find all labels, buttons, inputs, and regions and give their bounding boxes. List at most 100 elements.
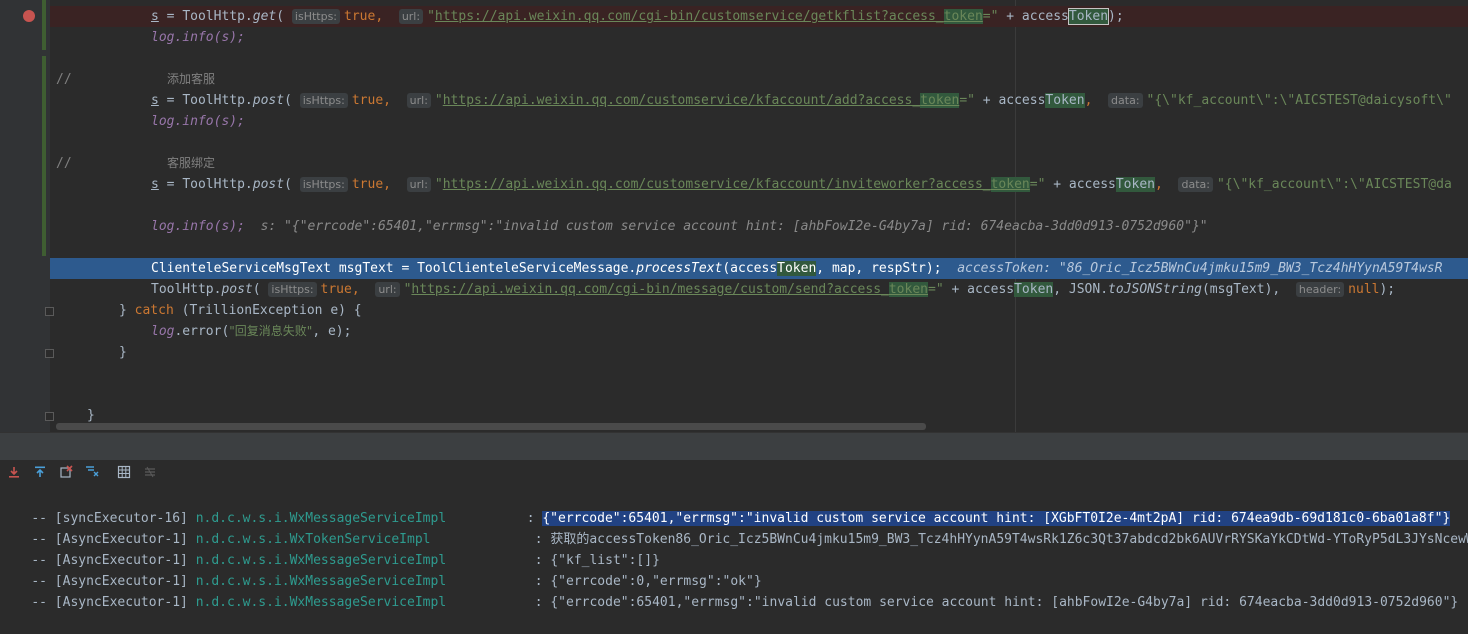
code-token: ToolHttp. — [182, 177, 253, 192]
code-token: s — [151, 93, 159, 108]
log-row[interactable]: -- [syncExecutor-16] n.d.c.w.s.i.WxMessa… — [0, 487, 1468, 526]
code-token: + access — [982, 93, 1046, 108]
code-token: } — [119, 303, 135, 318]
code-token: catch — [134, 303, 174, 318]
panel-divider[interactable] — [0, 432, 1468, 461]
log-row[interactable]: -- [AsyncExecutor-1] n.d.c.w.s.i.WxMessa… — [0, 529, 1468, 568]
code-token: (access — [722, 261, 778, 276]
code-line[interactable]: } — [50, 342, 1468, 363]
code-token: ToolHttp. — [182, 93, 253, 108]
clear-icon[interactable] — [58, 464, 74, 480]
code-string: "{\"kf_account\":\"AICSTEST@da — [1216, 177, 1452, 192]
code-token: token — [943, 9, 983, 24]
log-row[interactable]: -- [AsyncExecutor-1] n.d.c.w.s.i.WxMessa… — [0, 571, 1468, 610]
code-line[interactable]: log.info(s); — [50, 111, 1468, 132]
vcs-change-marker[interactable] — [42, 0, 46, 50]
code-url[interactable]: https://api.weixin.qq.com/cgi-bin/custom… — [435, 9, 944, 24]
fold-icon[interactable] — [45, 349, 54, 358]
code-url[interactable]: https://api.weixin.qq.com/customservice/… — [443, 93, 920, 108]
log-thread: [AsyncExecutor-1] — [54, 595, 188, 610]
inline-debug-value: s: "{"errcode":65401,"errmsg":"invalid c… — [260, 219, 1208, 234]
code-token: s — [151, 177, 159, 192]
code-token: ToolHttp. — [151, 282, 222, 297]
code-token: .error( — [174, 324, 230, 339]
code-line[interactable]: log.info(s); — [50, 27, 1468, 48]
code-token: s — [151, 9, 159, 24]
settings-icon[interactable] — [142, 464, 158, 480]
comment-text: 添加客服 — [167, 72, 216, 86]
code-line[interactable]: // 添加客服 — [50, 69, 1468, 90]
code-token: null — [1348, 282, 1380, 297]
param-hint: url: — [375, 282, 400, 297]
code-token: true — [344, 9, 376, 24]
log-logger: n.d.c.w.s.i.WxMessageServiceImpl — [195, 595, 447, 610]
code-token: + access — [951, 282, 1015, 297]
code-token: + access — [1006, 9, 1069, 24]
vcs-change-marker[interactable] — [42, 56, 46, 256]
param-hint: isHttps: — [299, 177, 348, 192]
console-output[interactable]: -- [syncExecutor-16] n.d.c.w.s.i.WxMessa… — [0, 487, 1468, 622]
fold-icon[interactable] — [45, 307, 54, 316]
scroll-up-icon[interactable] — [32, 464, 48, 480]
param-hint: data: — [1108, 93, 1143, 108]
code-line[interactable]: // 客服绑定 — [50, 153, 1468, 174]
log-separator: : — [534, 595, 543, 610]
code-token: , JSON. — [1053, 282, 1109, 297]
code-token: true — [351, 177, 384, 192]
param-hint: url: — [398, 9, 424, 24]
code-line[interactable]: s = ToolHttp.post( isHttps: true, url: "ht… — [50, 90, 1468, 111]
code-token: Token — [1045, 93, 1085, 108]
param-hint: isHttps: — [299, 93, 348, 108]
log-row[interactable]: -- [AsyncExecutor-1] n.d.c.w.s.i.WxToken… — [0, 508, 1468, 547]
code-token: true — [351, 93, 384, 108]
code-token: post — [221, 282, 253, 297]
param-hint: data: — [1178, 177, 1213, 192]
code-text: log.info(s); — [151, 30, 245, 45]
code-line[interactable]: log.info(s); s: "{"errcode":65401,"errms… — [50, 216, 1468, 237]
filter-icon[interactable] — [84, 464, 100, 480]
log-row[interactable]: -- [AsyncExecutor-1] n.d.c.w.s.i.WxMessa… — [0, 550, 1468, 589]
code-token: , map, respStr); — [816, 261, 942, 276]
code-token: true — [320, 282, 352, 297]
code-token: Token — [1067, 8, 1110, 25]
code-token: token — [888, 282, 928, 297]
code-text: log.info(s); — [151, 114, 245, 129]
table-icon[interactable] — [116, 464, 132, 480]
code-token: token — [990, 177, 1030, 192]
param-hint: url: — [406, 93, 431, 108]
code-line[interactable]: s = ToolHttp.post( isHttps: true, url: "ht… — [50, 174, 1468, 195]
param-hint: url: — [406, 177, 431, 192]
code-token: Token — [1014, 282, 1054, 297]
console-toolbar — [0, 460, 1468, 486]
code-line[interactable]: log.error("回复消息失败", e); — [50, 321, 1468, 342]
execution-line[interactable]: ClienteleServiceMsgText msgText = ToolCl… — [50, 258, 1468, 279]
param-hint: isHttps: — [291, 9, 341, 24]
code-text: } — [119, 345, 127, 360]
code-url[interactable]: https://api.weixin.qq.com/customservice/… — [443, 177, 991, 192]
line-gutter[interactable] — [0, 0, 40, 432]
code-line[interactable]: s = ToolHttp.get( isHttps: true, url: "htt… — [50, 6, 1468, 27]
code-token: ToolHttp. — [182, 9, 253, 24]
code-editor[interactable]: s = ToolHttp.get( isHttps: true, url: "htt… — [0, 0, 1468, 432]
code-token: token — [920, 93, 960, 108]
code-token: + access — [1053, 177, 1116, 192]
code-line[interactable]: } catch (TrillionException e) { — [50, 300, 1468, 321]
scroll-down-icon[interactable] — [6, 464, 22, 480]
code-token: = — [982, 9, 991, 24]
fold-icon[interactable] — [45, 412, 54, 421]
code-token: , e); — [312, 324, 352, 339]
log-message[interactable]: {"errcode":65401,"errmsg":"invalid custo… — [550, 595, 1458, 610]
code-string: "{\"kf_account\":\"AICSTEST@daicysoft\" — [1146, 93, 1452, 108]
horizontal-scrollbar[interactable] — [56, 423, 926, 430]
code-text: log.info(s); — [151, 219, 245, 234]
code-token: ClienteleServiceMsgText msgText = ToolCl… — [151, 261, 637, 276]
code-token: Token — [777, 261, 817, 276]
code-url[interactable]: https://api.weixin.qq.com/cgi-bin/messag… — [411, 282, 888, 297]
comment-marker: // — [56, 72, 72, 87]
code-line[interactable]: ToolHttp.post( isHttps: true, url: "https:… — [50, 279, 1468, 300]
code-string: "回复消息失败" — [229, 324, 313, 338]
comment-text: 客服绑定 — [167, 156, 216, 170]
code-token: Token — [1115, 177, 1155, 192]
breakpoint-icon[interactable] — [23, 10, 35, 22]
comment-marker: // — [56, 156, 72, 171]
